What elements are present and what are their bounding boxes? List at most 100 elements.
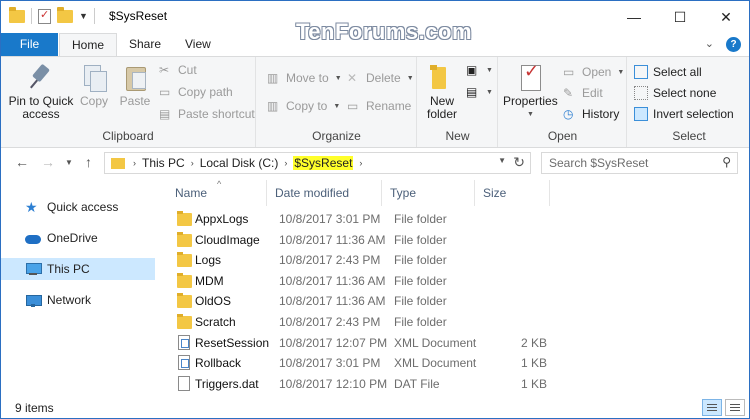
new-folder-quick-icon[interactable] xyxy=(57,6,73,23)
file-type: File folder xyxy=(394,253,447,267)
tab-share[interactable]: Share xyxy=(117,33,173,56)
watermark: TenForums.com xyxy=(296,19,473,44)
navigation-row: ← → ▼ ↑ › This PC › Local Disk (C:) › $S… xyxy=(1,149,749,177)
history-icon: ◷ xyxy=(563,107,574,121)
new-item-button[interactable]: ▣ ▼ xyxy=(466,63,493,77)
nav-item-onedrive[interactable]: OneDrive xyxy=(1,227,155,249)
address-dropdown-icon[interactable]: ▼ xyxy=(498,156,506,165)
column-header-label: Date modified xyxy=(275,186,350,200)
close-button[interactable]: ✕ xyxy=(703,1,749,33)
cut-label: Cut xyxy=(178,63,197,77)
select-all-button[interactable]: Select all xyxy=(634,65,702,79)
clipboard-group: Pin to Quick access Copy Paste ✂ Cut ▭ C… xyxy=(1,57,256,147)
file-name: Triggers.dat xyxy=(195,377,259,391)
customize-toolbar-icon[interactable]: ▼ xyxy=(79,11,88,21)
nav-item-quick-access[interactable]: ★ Quick access xyxy=(1,196,155,218)
forward-arrow-icon[interactable]: → xyxy=(41,154,55,170)
dropdown-caret-icon: ▼ xyxy=(333,102,341,110)
file-type: XML Document xyxy=(394,336,477,350)
column-header-size[interactable]: Size xyxy=(475,180,550,206)
large-icons-view-icon[interactable] xyxy=(725,399,745,416)
file-name: Logs xyxy=(195,253,222,267)
copy-to-button[interactable]: ▥ Copy to ▼ xyxy=(267,99,340,113)
copy-path-label: Copy path xyxy=(178,85,233,99)
file-type: File folder xyxy=(394,233,447,247)
chevron-right-icon[interactable]: › xyxy=(191,158,194,168)
properties-button[interactable]: Properties ▼ xyxy=(503,63,558,121)
paste-shortcut-button[interactable]: ▤ Paste shortcut xyxy=(159,107,255,121)
star-icon: ★ xyxy=(25,199,38,215)
file-row[interactable]: AppxLogs 10/8/2017 3:01 PM File folder xyxy=(169,209,549,229)
chevron-down-icon[interactable]: ⌄ xyxy=(705,37,714,52)
file-row[interactable]: OldOS 10/8/2017 11:36 AM File folder xyxy=(169,291,549,311)
chevron-right-icon[interactable]: › xyxy=(284,158,287,168)
recent-locations-icon[interactable]: ▼ xyxy=(65,158,73,167)
file-row[interactable]: ResetSession 10/8/2017 12:07 PM XML Docu… xyxy=(169,333,549,353)
invert-selection-button[interactable]: Invert selection xyxy=(634,107,734,121)
ribbon-tab-extras: ⌄ ? xyxy=(705,37,741,52)
history-button[interactable]: ◷ History xyxy=(563,107,619,121)
file-row[interactable]: Logs 10/8/2017 2:43 PM File folder xyxy=(169,250,549,270)
back-arrow-icon[interactable]: ← xyxy=(15,154,29,170)
details-view-icon[interactable] xyxy=(702,399,722,416)
file-row[interactable]: Scratch 10/8/2017 2:43 PM File folder xyxy=(169,312,549,332)
file-name: AppxLogs xyxy=(195,212,249,226)
invert-selection-icon xyxy=(634,107,648,121)
column-header-label: Type xyxy=(390,186,417,200)
easy-access-button[interactable]: ▤ ▼ xyxy=(466,85,493,99)
easy-access-icon: ▤ xyxy=(466,85,478,99)
tab-home[interactable]: Home xyxy=(59,33,118,57)
file-type: DAT File xyxy=(394,377,440,391)
tab-file[interactable]: File xyxy=(1,33,58,56)
file-row[interactable]: Triggers.dat 10/8/2017 12:10 PM DAT File… xyxy=(169,374,549,394)
copy-label: Copy xyxy=(79,94,108,108)
chevron-right-icon[interactable]: › xyxy=(133,158,136,168)
file-row[interactable]: MDM 10/8/2017 11:36 AM File folder xyxy=(169,271,549,291)
search-box[interactable]: ⚲ xyxy=(541,152,738,174)
cut-button[interactable]: ✂ Cut xyxy=(159,63,197,77)
window-controls: — ☐ ✕ xyxy=(611,1,749,33)
move-to-button[interactable]: ▥ Move to ▼ xyxy=(267,71,342,85)
file-name: ResetSession xyxy=(195,336,270,350)
breadcrumb-this-pc[interactable]: This PC xyxy=(142,156,185,170)
maximize-button[interactable]: ☐ xyxy=(657,1,703,33)
search-icon[interactable]: ⚲ xyxy=(722,155,731,169)
file-row[interactable]: Rollback 10/8/2017 3:01 PM XML Document … xyxy=(169,353,549,373)
help-icon[interactable]: ? xyxy=(726,37,741,52)
select-none-button[interactable]: Select none xyxy=(634,86,716,100)
address-bar[interactable]: › This PC › Local Disk (C:) › $SysReset … xyxy=(104,152,531,174)
nav-item-this-pc[interactable]: This PC xyxy=(1,258,155,280)
tab-view[interactable]: View xyxy=(173,33,223,56)
file-date: 10/8/2017 3:01 PM xyxy=(279,212,381,226)
file-type: File folder xyxy=(394,274,447,288)
refresh-icon[interactable]: ↻ xyxy=(513,154,525,171)
file-date: 10/8/2017 2:43 PM xyxy=(279,315,381,329)
open-button[interactable]: ▭ Open ▼ xyxy=(563,65,624,79)
file-name: Scratch xyxy=(195,315,236,329)
breadcrumb-local-disk[interactable]: Local Disk (C:) xyxy=(200,156,279,170)
column-header-name[interactable]: ^ Name xyxy=(167,179,267,206)
properties-quick-icon[interactable] xyxy=(38,8,51,24)
dropdown-caret-icon: ▼ xyxy=(617,68,625,76)
clipboard-label: Clipboard xyxy=(102,129,154,143)
copy-button[interactable]: Copy xyxy=(77,63,111,108)
search-input[interactable] xyxy=(542,153,712,173)
folder-icon xyxy=(177,211,192,226)
delete-label: Delete xyxy=(366,71,401,85)
column-header-date[interactable]: Date modified xyxy=(267,180,382,206)
rename-button[interactable]: ▭ Rename xyxy=(347,99,411,113)
column-header-type[interactable]: Type xyxy=(382,180,475,206)
pin-quick-access-button[interactable]: Pin to Quick access xyxy=(7,63,75,121)
up-arrow-icon[interactable]: ↑ xyxy=(85,154,92,170)
new-item-icon: ▣ xyxy=(466,63,478,77)
new-folder-button[interactable]: New folder xyxy=(422,63,462,121)
paste-button[interactable]: Paste xyxy=(117,63,153,108)
delete-button[interactable]: ✕ Delete ▼ xyxy=(347,71,414,85)
copy-path-button[interactable]: ▭ Copy path xyxy=(159,85,233,99)
edit-button[interactable]: ✎ Edit xyxy=(563,86,603,100)
breadcrumb-sysreset[interactable]: $SysReset xyxy=(293,156,354,170)
minimize-button[interactable]: — xyxy=(611,1,657,33)
file-row[interactable]: CloudImage 10/8/2017 11:36 AM File folde… xyxy=(169,230,549,250)
chevron-right-icon[interactable]: › xyxy=(359,158,362,168)
nav-item-network[interactable]: Network xyxy=(1,289,155,311)
